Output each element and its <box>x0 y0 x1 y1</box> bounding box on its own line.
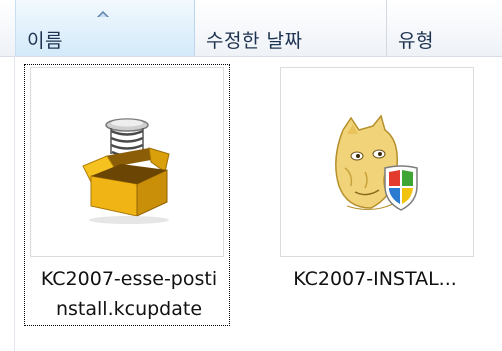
column-header-name-label: 이름 <box>27 30 63 52</box>
file-item-installer[interactable]: KC2007-INSTAL... <box>272 64 476 328</box>
installer-shield-icon <box>335 114 418 211</box>
column-header-type[interactable]: 유형 <box>387 0 502 56</box>
file-name-label: KC2007-esse-posti nstall.kcupdate <box>40 268 218 320</box>
file-name-label: KC2007-INSTAL... <box>293 268 457 290</box>
sort-ascending-icon <box>97 11 109 17</box>
column-header-date-modified[interactable]: 수정한 날짜 <box>195 0 387 56</box>
file-thumbnail <box>30 67 224 257</box>
file-item-kcupdate[interactable]: KC2007-esse-posti nstall.kcupdate <box>21 64 230 328</box>
pane-left-border <box>14 56 15 351</box>
column-header-bar: 이름 수정한 날짜 유형 <box>0 0 502 57</box>
file-thumbnail <box>280 67 474 257</box>
column-header-type-label: 유형 <box>398 30 434 52</box>
package-box-icon <box>82 118 170 224</box>
file-explorer-window: 이름 수정한 날짜 유형 KC2007-esse-posti nstall.kc… <box>0 0 502 351</box>
column-header-date-modified-label: 수정한 날짜 <box>206 30 303 52</box>
column-header-name[interactable]: 이름 <box>15 0 195 56</box>
